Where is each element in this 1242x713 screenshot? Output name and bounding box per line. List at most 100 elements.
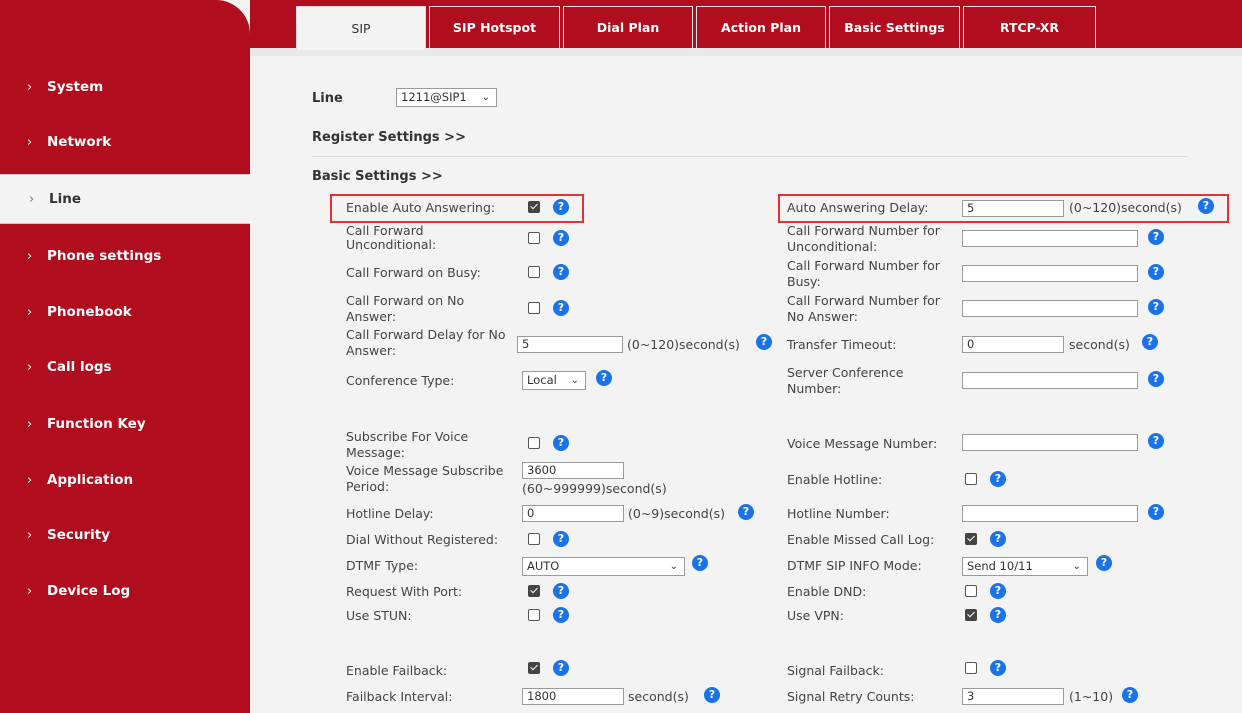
sidebar-item-device-log[interactable]: › Device Log	[0, 578, 250, 604]
sidebar-item-line[interactable]: › Line	[0, 174, 250, 224]
help-icon[interactable]: ?	[553, 199, 569, 215]
enable-dnd-checkbox[interactable]	[965, 585, 977, 597]
transfer-timeout-input[interactable]: 0	[962, 336, 1064, 353]
enable-missed-call-log-checkbox[interactable]	[965, 533, 977, 545]
subscribe-voice-checkbox[interactable]	[528, 437, 540, 449]
voice-message-number-input[interactable]	[962, 434, 1138, 451]
help-icon[interactable]: ?	[1148, 433, 1164, 449]
help-icon[interactable]: ?	[553, 264, 569, 280]
dial-without-registered-label: Dial Without Registered:	[346, 532, 499, 547]
help-icon[interactable]: ?	[1148, 229, 1164, 245]
hotline-number-input[interactable]	[962, 505, 1138, 522]
dtmf-sip-info-mode-select[interactable]: Send 10/11 ⌄	[962, 557, 1088, 576]
cf-number-busy-input[interactable]	[962, 265, 1138, 282]
dtmf-type-value: AUTO	[527, 559, 560, 573]
tab-sip-hotspot[interactable]: SIP Hotspot	[429, 6, 560, 48]
help-icon[interactable]: ?	[1148, 371, 1164, 387]
request-with-port-checkbox[interactable]	[528, 585, 540, 597]
register-settings-link[interactable]: Register Settings >>	[312, 131, 466, 145]
sidebar-item-application[interactable]: › Application	[0, 467, 250, 493]
unit-text: second(s)	[628, 689, 689, 704]
help-icon[interactable]: ?	[553, 607, 569, 623]
signal-retry-counts-input[interactable]: 3	[962, 688, 1064, 705]
help-icon[interactable]: ?	[553, 435, 569, 451]
sidebar-item-network[interactable]: › Network	[0, 129, 250, 155]
vm-subscribe-period-input[interactable]: 3600	[522, 462, 624, 479]
chevron-down-icon: ⌄	[570, 375, 579, 386]
help-icon[interactable]: ?	[1148, 299, 1164, 315]
help-icon[interactable]: ?	[596, 370, 612, 386]
help-icon[interactable]: ?	[1148, 264, 1164, 280]
help-icon[interactable]: ?	[738, 504, 754, 520]
sidebar-item-phonebook[interactable]: › Phonebook	[0, 299, 250, 325]
chevron-right-icon: ›	[27, 248, 33, 264]
auto-answering-delay-input[interactable]: 5	[962, 200, 1064, 217]
cf-number-unconditional-input[interactable]	[962, 230, 1138, 247]
tab-basic-settings[interactable]: Basic Settings	[829, 6, 960, 48]
enable-dnd-label: Enable DND:	[787, 584, 867, 599]
sidebar-item-phone-settings[interactable]: › Phone settings	[0, 243, 250, 269]
failback-interval-label: Failback Interval:	[346, 689, 453, 704]
help-icon[interactable]: ?	[692, 555, 708, 571]
cf-delay-input[interactable]: 5	[517, 336, 623, 353]
chevron-down-icon: ⌄	[1072, 561, 1081, 572]
sidebar-item-system[interactable]: › System	[0, 74, 250, 100]
help-icon[interactable]: ?	[553, 230, 569, 246]
enable-auto-answering-checkbox[interactable]	[528, 201, 540, 213]
cf-unconditional-label: Call Forward	[346, 223, 424, 238]
cf-unconditional-checkbox[interactable]	[528, 232, 540, 244]
cf-number-no-answer-input[interactable]	[962, 300, 1138, 317]
cf-no-answer-checkbox[interactable]	[528, 302, 540, 314]
tab-action-plan[interactable]: Action Plan	[696, 6, 826, 48]
server-conference-input[interactable]	[962, 372, 1138, 389]
use-stun-checkbox[interactable]	[528, 609, 540, 621]
help-icon[interactable]: ?	[553, 531, 569, 547]
dtmf-type-select[interactable]: AUTO ⌄	[522, 557, 685, 576]
help-icon[interactable]: ?	[553, 660, 569, 676]
sidebar-item-label: Phonebook	[47, 304, 132, 320]
help-icon[interactable]: ?	[1122, 687, 1138, 703]
help-icon[interactable]: ?	[553, 583, 569, 599]
help-icon[interactable]: ?	[1142, 334, 1158, 350]
chevron-down-icon: ⌄	[669, 561, 678, 572]
signal-retry-counts-label: Signal Retry Counts:	[787, 689, 915, 704]
help-icon[interactable]: ?	[990, 607, 1006, 623]
chevron-right-icon: ›	[27, 359, 33, 375]
signal-failback-checkbox[interactable]	[965, 662, 977, 674]
help-icon[interactable]: ?	[1148, 504, 1164, 520]
enable-failback-checkbox[interactable]	[528, 662, 540, 674]
line-select[interactable]: 1211@SIP1 ⌄	[396, 88, 497, 107]
failback-interval-input[interactable]: 1800	[522, 688, 624, 705]
help-icon[interactable]: ?	[704, 687, 720, 703]
help-icon[interactable]: ?	[990, 471, 1006, 487]
tab-dial-plan[interactable]: Dial Plan	[563, 6, 693, 48]
unit-text: (60~999999)second(s)	[522, 481, 667, 496]
help-icon[interactable]: ?	[990, 583, 1006, 599]
cf-busy-checkbox[interactable]	[528, 266, 540, 278]
cf-number-busy-label: Call Forward Number for	[787, 258, 940, 273]
help-icon[interactable]: ?	[553, 300, 569, 316]
conference-type-select[interactable]: Local ⌄	[522, 371, 586, 390]
dtmf-sip-info-mode-label: DTMF SIP INFO Mode:	[787, 558, 922, 573]
help-icon[interactable]: ?	[990, 660, 1006, 676]
help-icon[interactable]: ?	[1096, 555, 1112, 571]
unit-text: (1~10)	[1069, 689, 1114, 704]
use-vpn-checkbox[interactable]	[965, 609, 977, 621]
basic-settings-link[interactable]: Basic Settings >>	[312, 170, 443, 184]
hotline-delay-input[interactable]: 0	[522, 505, 624, 522]
cf-no-answer-label: Call Forward on No	[346, 293, 465, 308]
tab-sip[interactable]: SIP	[296, 6, 426, 50]
help-icon[interactable]: ?	[990, 531, 1006, 547]
help-icon[interactable]: ?	[756, 334, 772, 350]
sidebar-item-function-key[interactable]: › Function Key	[0, 411, 250, 437]
sidebar-item-call-logs[interactable]: › Call logs	[0, 354, 250, 380]
auto-answering-delay-label: Auto Answering Delay:	[787, 200, 929, 215]
sidebar-item-label: Call logs	[47, 359, 112, 375]
sidebar-item-security[interactable]: › Security	[0, 522, 250, 548]
cf-no-answer-label-2: Answer:	[346, 309, 397, 324]
enable-hotline-checkbox[interactable]	[965, 473, 977, 485]
tab-rtcp-xr[interactable]: RTCP-XR	[963, 6, 1096, 48]
dial-without-registered-checkbox[interactable]	[528, 533, 540, 545]
help-icon[interactable]: ?	[1198, 198, 1214, 214]
chevron-right-icon: ›	[27, 472, 33, 488]
